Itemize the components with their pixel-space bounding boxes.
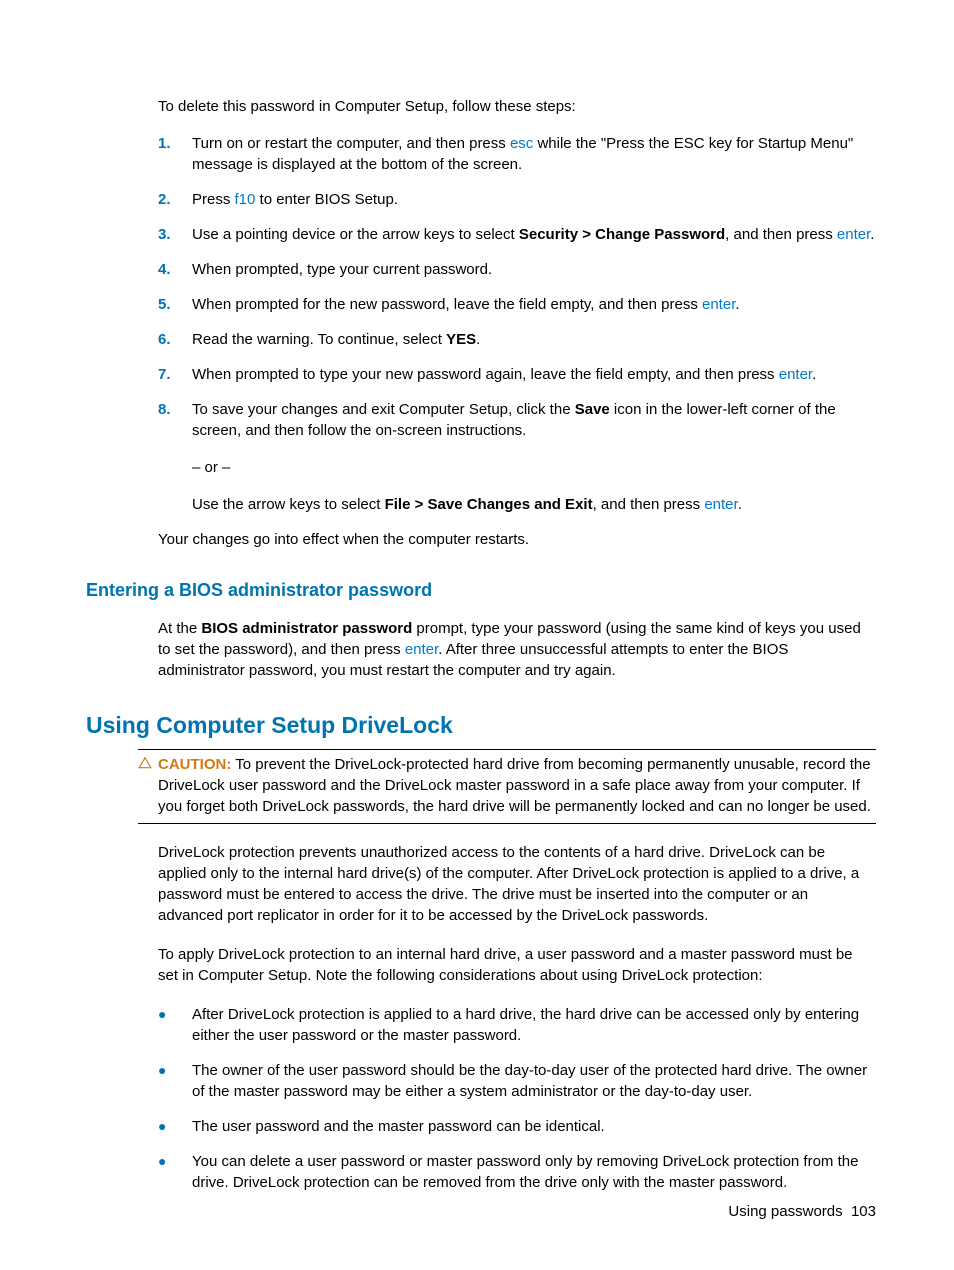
- step-body: When prompted to type your new password …: [192, 364, 876, 385]
- step-number: 7.: [158, 364, 192, 385]
- list-item: ●You can delete a user password or maste…: [158, 1151, 876, 1193]
- page-number: 103: [851, 1203, 876, 1220]
- or-separator: – or –: [192, 457, 876, 478]
- save-icon-label: Save: [575, 401, 610, 418]
- step-6: 6. Read the warning. To continue, select…: [158, 329, 876, 350]
- caution-label: CAUTION:: [158, 756, 231, 773]
- step-4: 4. When prompted, type your current pass…: [158, 259, 876, 280]
- step-body: Read the warning. To continue, select YE…: [192, 329, 876, 350]
- step-number: 2.: [158, 189, 192, 210]
- step-number: 1.: [158, 133, 192, 175]
- step-number: 5.: [158, 294, 192, 315]
- list-item: ●After DriveLock protection is applied t…: [158, 1004, 876, 1046]
- subsection-body: At the BIOS administrator password promp…: [158, 618, 876, 681]
- step-1: 1. Turn on or restart the computer, and …: [158, 133, 876, 175]
- after-steps-text: Your changes go into effect when the com…: [158, 529, 876, 550]
- bullet-icon: ●: [158, 1151, 192, 1193]
- step-body: Press f10 to enter BIOS Setup.: [192, 189, 876, 210]
- step-5: 5. When prompted for the new password, l…: [158, 294, 876, 315]
- step-number: 4.: [158, 259, 192, 280]
- caution-text: CAUTION: To prevent the DriveLock-protec…: [158, 754, 876, 817]
- key-f10: f10: [235, 191, 256, 208]
- menu-path: Security > Change Password: [519, 226, 725, 243]
- key-enter: enter: [779, 366, 812, 383]
- section-heading: Using Computer Setup DriveLock: [86, 709, 876, 741]
- step-number: 8.: [158, 399, 192, 515]
- step-body: To save your changes and exit Computer S…: [192, 399, 876, 515]
- key-esc: esc: [510, 135, 533, 152]
- prompt-name: BIOS administrator password: [201, 620, 412, 637]
- paragraph: DriveLock protection prevents unauthoriz…: [158, 842, 876, 926]
- footer-label: Using passwords: [728, 1203, 842, 1220]
- document-page: To delete this password in Computer Setu…: [0, 0, 954, 1270]
- paragraph: To apply DriveLock protection to an inte…: [158, 944, 876, 986]
- bullet-list: ●After DriveLock protection is applied t…: [158, 1004, 876, 1193]
- drivelock-body: DriveLock protection prevents unauthoriz…: [158, 842, 876, 1193]
- bullet-icon: ●: [158, 1116, 192, 1137]
- key-enter: enter: [405, 641, 438, 658]
- step-body: Use a pointing device or the arrow keys …: [192, 224, 876, 245]
- step-body: When prompted, type your current passwor…: [192, 259, 876, 280]
- step-number: 3.: [158, 224, 192, 245]
- step-number: 6.: [158, 329, 192, 350]
- menu-path: File > Save Changes and Exit: [385, 496, 593, 513]
- bullet-text: The owner of the user password should be…: [192, 1060, 876, 1102]
- step-3: 3. Use a pointing device or the arrow ke…: [158, 224, 876, 245]
- steps-list: 1. Turn on or restart the computer, and …: [158, 133, 876, 515]
- key-enter: enter: [702, 296, 735, 313]
- step-body: When prompted for the new password, leav…: [192, 294, 876, 315]
- step-body: Turn on or restart the computer, and the…: [192, 133, 876, 175]
- caution-block: CAUTION: To prevent the DriveLock-protec…: [138, 749, 876, 824]
- key-enter: enter: [837, 226, 870, 243]
- bullet-icon: ●: [158, 1060, 192, 1102]
- subsection-heading: Entering a BIOS administrator password: [86, 578, 876, 603]
- bullet-text: After DriveLock protection is applied to…: [192, 1004, 876, 1046]
- step-8: 8. To save your changes and exit Compute…: [158, 399, 876, 515]
- list-item: ●The user password and the master passwo…: [158, 1116, 876, 1137]
- step-2: 2. Press f10 to enter BIOS Setup.: [158, 189, 876, 210]
- step-7: 7. When prompted to type your new passwo…: [158, 364, 876, 385]
- option-yes: YES: [446, 331, 476, 348]
- caution-icon: [138, 754, 158, 817]
- bullet-text: You can delete a user password or master…: [192, 1151, 876, 1193]
- key-enter: enter: [704, 496, 737, 513]
- bullet-text: The user password and the master passwor…: [192, 1116, 876, 1137]
- intro-text: To delete this password in Computer Setu…: [158, 96, 876, 117]
- list-item: ●The owner of the user password should b…: [158, 1060, 876, 1102]
- bullet-icon: ●: [158, 1004, 192, 1046]
- page-footer: Using passwords 103: [728, 1201, 876, 1222]
